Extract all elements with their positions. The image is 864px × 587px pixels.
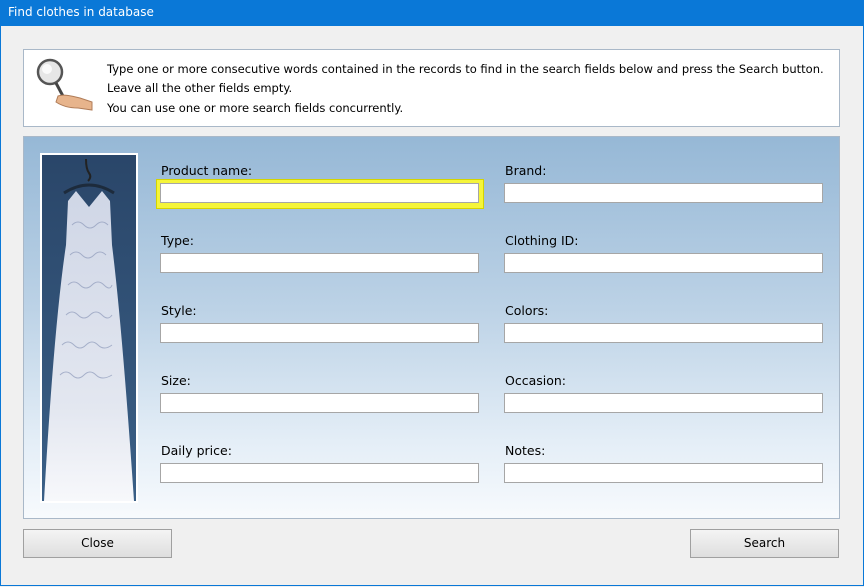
occasion-label: Occasion: bbox=[505, 373, 567, 388]
instructions-box: Type one or more consecutive words conta… bbox=[23, 49, 840, 127]
dress-image bbox=[42, 155, 136, 501]
close-button[interactable]: Close bbox=[23, 529, 172, 558]
type-label: Type: bbox=[161, 233, 194, 248]
daily-price-label: Daily price: bbox=[161, 443, 232, 458]
notes-field[interactable] bbox=[504, 463, 823, 483]
occasion-field[interactable] bbox=[504, 393, 823, 413]
search-panel: Product name: Brand: Type: Clothing ID: … bbox=[23, 136, 840, 519]
product-name-field[interactable] bbox=[160, 183, 479, 203]
instruction-line: You can use one or more search fields co… bbox=[107, 101, 404, 115]
title-bar: Find clothes in database bbox=[0, 0, 864, 26]
product-name-label: Product name: bbox=[161, 163, 253, 178]
clothing-id-field[interactable] bbox=[504, 253, 823, 273]
search-button[interactable]: Search bbox=[690, 529, 839, 558]
notes-label: Notes: bbox=[505, 443, 546, 458]
brand-field[interactable] bbox=[504, 183, 823, 203]
daily-price-field[interactable] bbox=[160, 463, 479, 483]
type-field[interactable] bbox=[160, 253, 479, 273]
magnifier-hand-icon bbox=[36, 58, 93, 111]
window-title: Find clothes in database bbox=[8, 5, 154, 19]
instruction-line: Leave all the other fields empty. bbox=[107, 81, 293, 95]
clothing-id-label: Clothing ID: bbox=[505, 233, 579, 248]
style-label: Style: bbox=[161, 303, 197, 318]
style-field[interactable] bbox=[160, 323, 479, 343]
size-label: Size: bbox=[161, 373, 191, 388]
colors-field[interactable] bbox=[504, 323, 823, 343]
colors-label: Colors: bbox=[505, 303, 549, 318]
dress-photo bbox=[40, 153, 138, 503]
size-field[interactable] bbox=[160, 393, 479, 413]
brand-label: Brand: bbox=[505, 163, 547, 178]
instruction-line: Type one or more consecutive words conta… bbox=[107, 62, 824, 76]
